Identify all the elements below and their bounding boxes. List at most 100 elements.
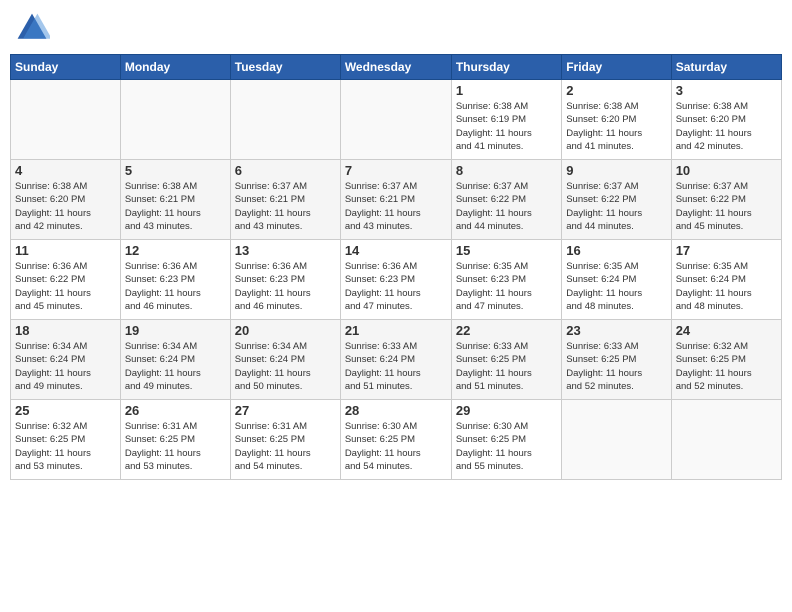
day-number: 15	[456, 243, 557, 258]
calendar-cell: 16Sunrise: 6:35 AM Sunset: 6:24 PM Dayli…	[562, 240, 671, 320]
day-info: Sunrise: 6:31 AM Sunset: 6:25 PM Dayligh…	[125, 420, 226, 473]
day-info: Sunrise: 6:38 AM Sunset: 6:21 PM Dayligh…	[125, 180, 226, 233]
day-info: Sunrise: 6:30 AM Sunset: 6:25 PM Dayligh…	[345, 420, 447, 473]
calendar-cell: 4 Sunrise: 6:38 AM Sunset: 6:20 PM Daylig…	[11, 160, 121, 240]
calendar-cell: 17Sunrise: 6:35 AM Sunset: 6:24 PM Dayli…	[671, 240, 781, 320]
logo	[14, 10, 54, 46]
calendar-header-row: SundayMondayTuesdayWednesdayThursdayFrid…	[11, 55, 782, 80]
col-header-monday: Monday	[120, 55, 230, 80]
page-header	[10, 10, 782, 46]
day-info: Sunrise: 6:36 AM Sunset: 6:22 PM Dayligh…	[15, 260, 116, 313]
day-number: 25	[15, 403, 116, 418]
day-number: 13	[235, 243, 336, 258]
calendar-cell: 1 Sunrise: 6:38 AM Sunset: 6:19 PM Daylig…	[451, 80, 561, 160]
day-info: Sunrise: 6:33 AM Sunset: 6:25 PM Dayligh…	[566, 340, 666, 393]
day-number: 19	[125, 323, 226, 338]
calendar-cell: 9 Sunrise: 6:37 AM Sunset: 6:22 PM Daylig…	[562, 160, 671, 240]
day-info: Sunrise: 6:38 AM Sunset: 6:20 PM Dayligh…	[566, 100, 666, 153]
day-info: Sunrise: 6:37 AM Sunset: 6:22 PM Dayligh…	[566, 180, 666, 233]
calendar-week-2: 4 Sunrise: 6:38 AM Sunset: 6:20 PM Daylig…	[11, 160, 782, 240]
day-info: Sunrise: 6:38 AM Sunset: 6:19 PM Dayligh…	[456, 100, 557, 153]
day-number: 7	[345, 163, 447, 178]
day-info: Sunrise: 6:31 AM Sunset: 6:25 PM Dayligh…	[235, 420, 336, 473]
day-number: 28	[345, 403, 447, 418]
day-number: 3	[676, 83, 777, 98]
day-number: 23	[566, 323, 666, 338]
calendar-cell: 19 Sunrise: 6:34 AM Sunset: 6:24 PM Dayli…	[120, 320, 230, 400]
day-info: Sunrise: 6:34 AM Sunset: 6:24 PM Dayligh…	[235, 340, 336, 393]
calendar-cell: 22 Sunrise: 6:33 AM Sunset: 6:25 PM Dayli…	[451, 320, 561, 400]
calendar-cell: 8 Sunrise: 6:37 AM Sunset: 6:22 PM Daylig…	[451, 160, 561, 240]
day-number: 17	[676, 243, 777, 258]
day-info: Sunrise: 6:33 AM Sunset: 6:25 PM Dayligh…	[456, 340, 557, 393]
calendar-cell: 10 Sunrise: 6:37 AM Sunset: 6:22 PM Dayli…	[671, 160, 781, 240]
logo-icon	[14, 10, 50, 46]
day-number: 12	[125, 243, 226, 258]
day-number: 8	[456, 163, 557, 178]
col-header-saturday: Saturday	[671, 55, 781, 80]
day-info: Sunrise: 6:38 AM Sunset: 6:20 PM Dayligh…	[676, 100, 777, 153]
calendar-week-5: 25 Sunrise: 6:32 AM Sunset: 6:25 PM Dayli…	[11, 400, 782, 480]
day-info: Sunrise: 6:35 AM Sunset: 6:23 PM Dayligh…	[456, 260, 557, 313]
day-number: 9	[566, 163, 666, 178]
calendar-cell: 11 Sunrise: 6:36 AM Sunset: 6:22 PM Dayli…	[11, 240, 121, 320]
day-number: 2	[566, 83, 666, 98]
day-number: 10	[676, 163, 777, 178]
day-number: 1	[456, 83, 557, 98]
day-info: Sunrise: 6:35 AM Sunset: 6:24 PM Dayligh…	[566, 260, 666, 313]
day-number: 20	[235, 323, 336, 338]
calendar-cell: 29 Sunrise: 6:30 AM Sunset: 6:25 PM Dayli…	[451, 400, 561, 480]
day-info: Sunrise: 6:36 AM Sunset: 6:23 PM Dayligh…	[345, 260, 447, 313]
calendar-cell: 7 Sunrise: 6:37 AM Sunset: 6:21 PM Daylig…	[340, 160, 451, 240]
calendar-cell: 26Sunrise: 6:31 AM Sunset: 6:25 PM Dayli…	[120, 400, 230, 480]
calendar-cell: 23 Sunrise: 6:33 AM Sunset: 6:25 PM Dayli…	[562, 320, 671, 400]
calendar-cell: 2 Sunrise: 6:38 AM Sunset: 6:20 PM Daylig…	[562, 80, 671, 160]
day-info: Sunrise: 6:37 AM Sunset: 6:22 PM Dayligh…	[676, 180, 777, 233]
calendar-cell: 5 Sunrise: 6:38 AM Sunset: 6:21 PM Daylig…	[120, 160, 230, 240]
day-info: Sunrise: 6:34 AM Sunset: 6:24 PM Dayligh…	[15, 340, 116, 393]
calendar-cell: 25 Sunrise: 6:32 AM Sunset: 6:25 PM Dayli…	[11, 400, 121, 480]
day-number: 5	[125, 163, 226, 178]
day-info: Sunrise: 6:32 AM Sunset: 6:25 PM Dayligh…	[15, 420, 116, 473]
calendar-cell: 14 Sunrise: 6:36 AM Sunset: 6:23 PM Dayli…	[340, 240, 451, 320]
day-info: Sunrise: 6:37 AM Sunset: 6:21 PM Dayligh…	[345, 180, 447, 233]
day-info: Sunrise: 6:36 AM Sunset: 6:23 PM Dayligh…	[125, 260, 226, 313]
day-info: Sunrise: 6:32 AM Sunset: 6:25 PM Dayligh…	[676, 340, 777, 393]
calendar-cell: 15 Sunrise: 6:35 AM Sunset: 6:23 PM Dayli…	[451, 240, 561, 320]
day-number: 21	[345, 323, 447, 338]
day-number: 18	[15, 323, 116, 338]
calendar-cell: 3 Sunrise: 6:38 AM Sunset: 6:20 PM Daylig…	[671, 80, 781, 160]
calendar-cell	[230, 80, 340, 160]
calendar-cell: 18 Sunrise: 6:34 AM Sunset: 6:24 PM Dayli…	[11, 320, 121, 400]
day-info: Sunrise: 6:37 AM Sunset: 6:21 PM Dayligh…	[235, 180, 336, 233]
calendar-cell	[120, 80, 230, 160]
calendar-cell	[671, 400, 781, 480]
day-number: 24	[676, 323, 777, 338]
day-info: Sunrise: 6:37 AM Sunset: 6:22 PM Dayligh…	[456, 180, 557, 233]
day-number: 29	[456, 403, 557, 418]
calendar-cell: 13 Sunrise: 6:36 AM Sunset: 6:23 PM Dayli…	[230, 240, 340, 320]
calendar-cell: 28 Sunrise: 6:30 AM Sunset: 6:25 PM Dayli…	[340, 400, 451, 480]
day-info: Sunrise: 6:38 AM Sunset: 6:20 PM Dayligh…	[15, 180, 116, 233]
col-header-tuesday: Tuesday	[230, 55, 340, 80]
calendar-cell	[562, 400, 671, 480]
day-info: Sunrise: 6:30 AM Sunset: 6:25 PM Dayligh…	[456, 420, 557, 473]
day-info: Sunrise: 6:33 AM Sunset: 6:24 PM Dayligh…	[345, 340, 447, 393]
calendar-cell: 6Sunrise: 6:37 AM Sunset: 6:21 PM Daylig…	[230, 160, 340, 240]
day-number: 4	[15, 163, 116, 178]
calendar-cell: 12 Sunrise: 6:36 AM Sunset: 6:23 PM Dayli…	[120, 240, 230, 320]
day-number: 22	[456, 323, 557, 338]
day-number: 14	[345, 243, 447, 258]
calendar-cell: 21 Sunrise: 6:33 AM Sunset: 6:24 PM Dayli…	[340, 320, 451, 400]
col-header-friday: Friday	[562, 55, 671, 80]
calendar-cell: 27 Sunrise: 6:31 AM Sunset: 6:25 PM Dayli…	[230, 400, 340, 480]
day-number: 27	[235, 403, 336, 418]
col-header-thursday: Thursday	[451, 55, 561, 80]
col-header-wednesday: Wednesday	[340, 55, 451, 80]
calendar-table: SundayMondayTuesdayWednesdayThursdayFrid…	[10, 54, 782, 480]
day-info: Sunrise: 6:36 AM Sunset: 6:23 PM Dayligh…	[235, 260, 336, 313]
day-number: 11	[15, 243, 116, 258]
day-info: Sunrise: 6:34 AM Sunset: 6:24 PM Dayligh…	[125, 340, 226, 393]
col-header-sunday: Sunday	[11, 55, 121, 80]
calendar-week-4: 18 Sunrise: 6:34 AM Sunset: 6:24 PM Dayli…	[11, 320, 782, 400]
